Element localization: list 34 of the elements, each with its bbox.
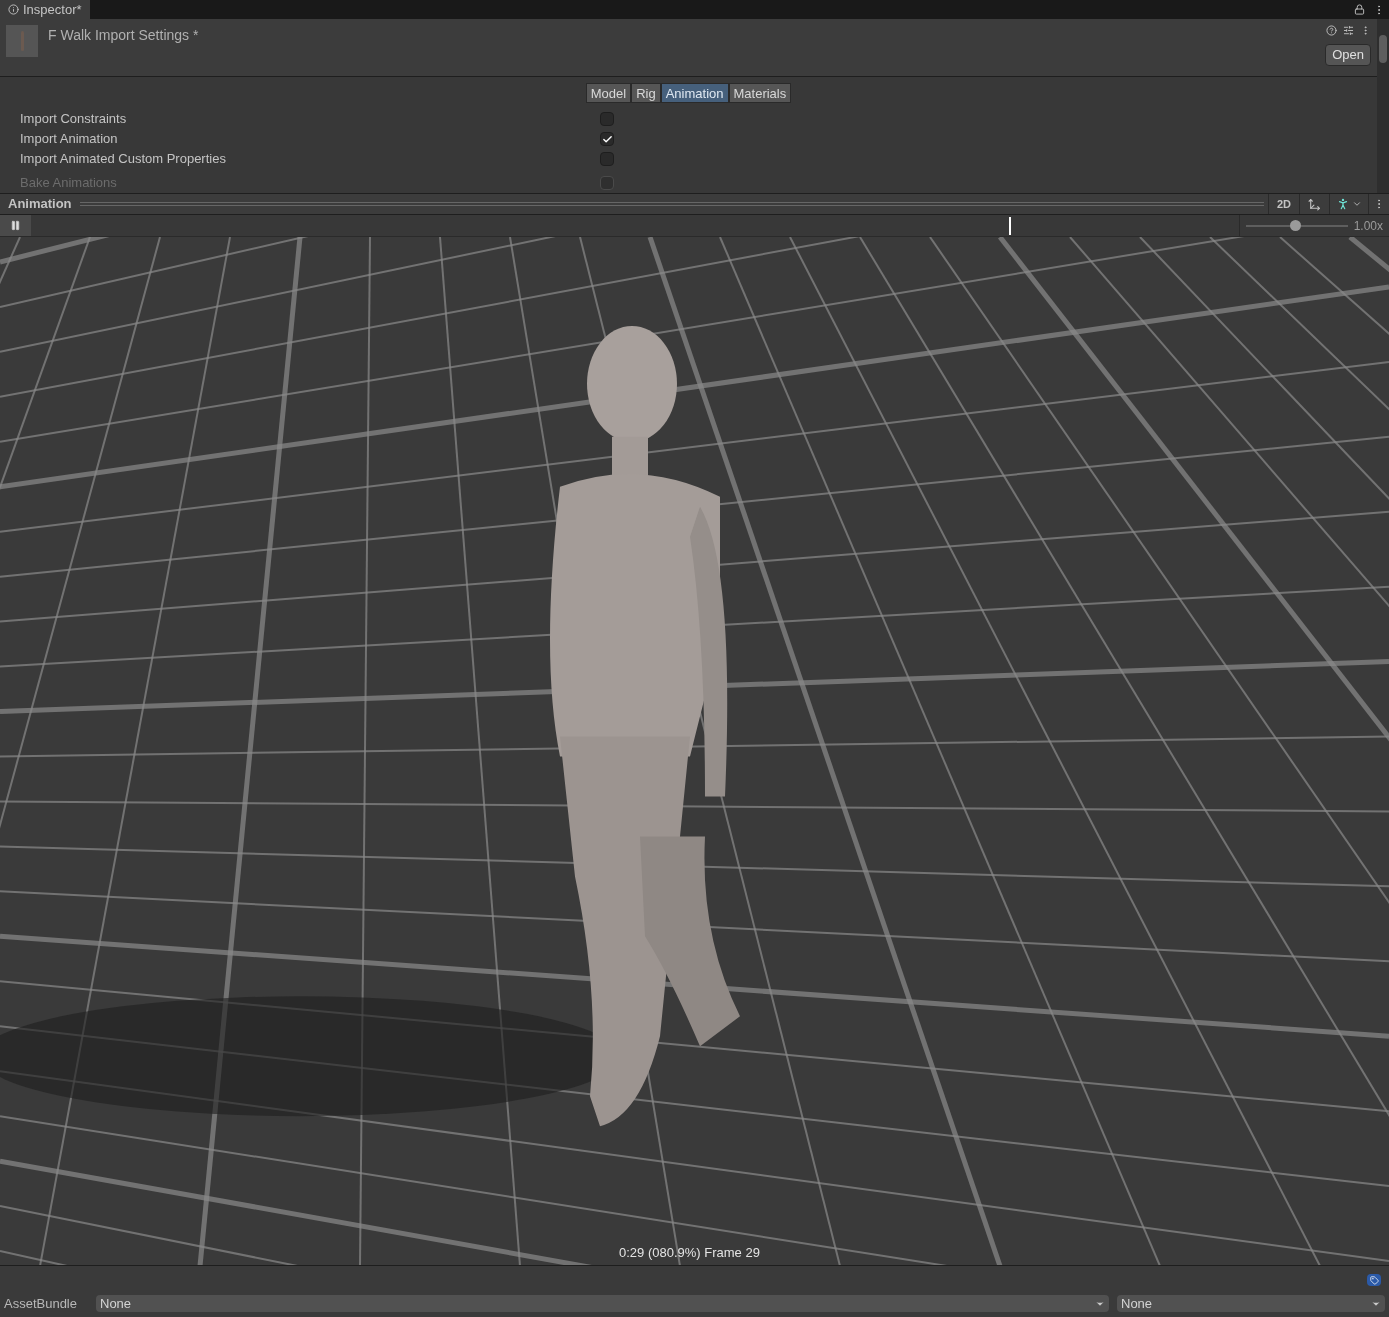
frame-caption: 0:29 (080.9%) Frame 29 [619, 1243, 760, 1262]
inspector-tab[interactable]: Inspector* [0, 0, 90, 19]
scrollbar[interactable] [1377, 19, 1389, 193]
pivot-icon[interactable] [1308, 197, 1321, 211]
label-icon[interactable] [1367, 1274, 1381, 1286]
assetbundle-label: AssetBundle [4, 1295, 78, 1313]
import-tab[interactable]: Materials [728, 83, 792, 103]
import-tab[interactable]: Animation [660, 83, 729, 103]
playhead[interactable] [1009, 217, 1012, 235]
speed-reading: 1.00x [1353, 217, 1384, 235]
option-label: Import Animation [20, 130, 119, 149]
help-icon[interactable] [1326, 25, 1337, 36]
presets-icon[interactable] [1343, 25, 1354, 36]
option-label: Import Constraints [20, 110, 128, 129]
avatar-icon[interactable] [1336, 197, 1350, 211]
info-icon [8, 4, 19, 15]
checkbox[interactable] [600, 112, 614, 126]
assetbundle-dropdown[interactable]: None [96, 1295, 1109, 1313]
option-label: Import Animated Custom Properties [20, 150, 227, 169]
open-button[interactable]: Open [1325, 44, 1371, 66]
lock-icon[interactable] [1354, 4, 1365, 15]
preview-title: Animation [7, 195, 73, 214]
slider-thumb[interactable] [1289, 219, 1301, 231]
model-thumbnail [6, 25, 38, 57]
dropdown-icon[interactable] [1352, 199, 1362, 209]
checkbox[interactable] [600, 152, 614, 166]
variant-dropdown[interactable]: None [1117, 1295, 1385, 1313]
import-tab[interactable]: Rig [631, 83, 661, 103]
speed-slider[interactable] [1245, 219, 1348, 232]
play-pause-button[interactable] [0, 215, 31, 236]
import-tab[interactable]: Model [585, 83, 632, 103]
pause-icon [10, 220, 21, 231]
asset-title: F Walk Import Settings * [48, 26, 200, 45]
checkbox[interactable] [600, 132, 614, 146]
